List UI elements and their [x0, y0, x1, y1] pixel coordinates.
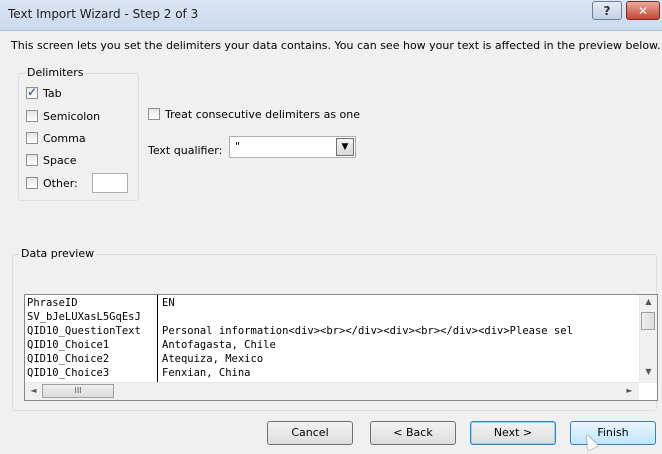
text-qualifier-value: "	[235, 140, 241, 153]
semicolon-checkbox[interactable]	[26, 110, 38, 122]
other-checkbox[interactable]	[26, 177, 38, 189]
text-qualifier-label: Text qualifier:	[148, 144, 223, 157]
close-button[interactable]: ✕	[626, 1, 660, 20]
preview-cell: QID10_Choice3	[27, 367, 110, 379]
other-label: Other:	[43, 176, 78, 190]
space-checkbox-row[interactable]: Space	[26, 152, 77, 168]
delimiters-legend: Delimiters	[25, 66, 86, 79]
tab-checkbox-row[interactable]: Tab	[26, 85, 62, 101]
preview-cell: QID10_Choice1	[27, 339, 110, 351]
tab-label: Tab	[43, 86, 62, 100]
tab-checkbox[interactable]	[26, 85, 38, 99]
preview-cell: Fenxian, China	[162, 367, 251, 379]
horizontal-scroll-thumb[interactable]: III	[42, 384, 114, 398]
other-checkbox-row[interactable]: Other:	[26, 175, 78, 191]
semicolon-label: Semicolon	[43, 109, 101, 123]
preview-cell: QID10_Choice2	[27, 353, 110, 365]
comma-checkbox[interactable]	[26, 132, 38, 144]
preview-cell: EN	[162, 297, 175, 309]
title-bar: Text Import Wizard - Step 2 of 3 ? ✕	[0, 0, 662, 31]
window-title: Text Import Wizard - Step 2 of 3	[8, 7, 199, 21]
intro-text: This screen lets you set the delimiters …	[11, 39, 661, 52]
column-separator[interactable]	[157, 295, 158, 383]
consecutive-checkbox[interactable]	[148, 108, 160, 120]
text-qualifier-select[interactable]: " ▼	[229, 136, 356, 158]
preview-cell: Atequiza, Mexico	[162, 353, 264, 365]
scroll-up-icon[interactable]: ▲	[640, 297, 657, 306]
space-label: Space	[43, 153, 77, 167]
scroll-down-icon[interactable]: ▼	[640, 367, 657, 376]
comma-checkbox-row[interactable]: Comma	[26, 130, 86, 146]
preview-cell: PhraseID	[27, 297, 78, 309]
data-preview-grid: PhraseID EN SV_bJeLUXasL5GqEsJ QID10_Que…	[25, 295, 628, 383]
data-preview-legend: Data preview	[19, 247, 97, 260]
preview-cell: Antofagasta, Chile	[162, 339, 276, 351]
preview-cell: SV_bJeLUXasL5GqEsJ	[27, 311, 141, 323]
vertical-scrollbar[interactable]: ▲ ▼	[639, 295, 657, 383]
chevron-down-icon[interactable]: ▼	[336, 138, 354, 156]
help-button[interactable]: ?	[592, 1, 622, 20]
vertical-scroll-thumb[interactable]	[641, 312, 655, 330]
consecutive-label: Treat consecutive delimiters as one	[165, 107, 361, 121]
horizontal-scrollbar[interactable]: ◄ III ►	[25, 382, 639, 400]
data-preview-box[interactable]: PhraseID EN SV_bJeLUXasL5GqEsJ QID10_Que…	[24, 294, 658, 401]
delimiters-group: Delimiters Tab Semicolon Comma Space Oth…	[18, 66, 139, 201]
next-button[interactable]: Next >	[470, 421, 556, 445]
comma-label: Comma	[43, 131, 86, 145]
consecutive-checkbox-row[interactable]: Treat consecutive delimiters as one	[148, 106, 360, 122]
preview-cell: QID10_QuestionText	[27, 325, 141, 337]
other-delimiter-input[interactable]	[92, 173, 128, 193]
cancel-button[interactable]: Cancel	[267, 421, 353, 445]
semicolon-checkbox-row[interactable]: Semicolon	[26, 108, 100, 124]
space-checkbox[interactable]	[26, 154, 38, 166]
back-button[interactable]: < Back	[370, 421, 456, 445]
scroll-left-icon[interactable]: ◄	[25, 386, 42, 395]
preview-cell: Personal information<div><br></div><div>…	[162, 325, 573, 337]
scroll-right-icon[interactable]: ►	[621, 386, 638, 395]
